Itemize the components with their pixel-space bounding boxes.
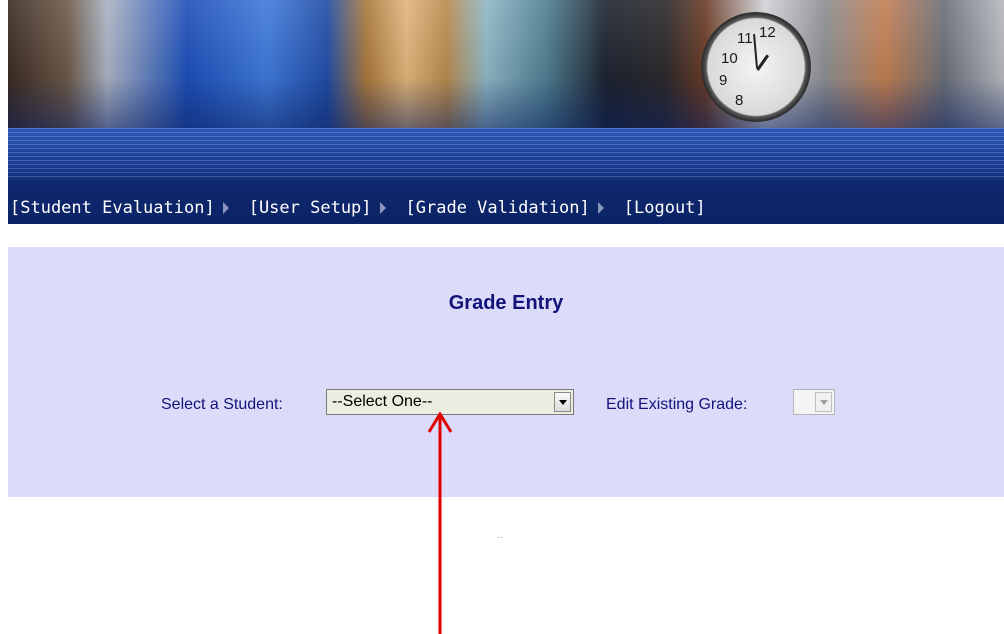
clock-number: 8 [735,92,744,109]
student-select-dropdown-button[interactable] [554,392,571,412]
page: 11 12 10 9 8 [Student Evaluation] [User … [0,0,1004,634]
student-select-label: Select a Student: [161,396,283,413]
main-nav: [Student Evaluation] [User Setup] [Grade… [10,198,706,218]
clock-number: 9 [719,72,728,89]
nav-arrow-icon [597,202,604,214]
student-select-value: --Select One-- [332,393,433,410]
existing-grade-select[interactable] [793,389,835,415]
nav-arrow-icon [222,202,229,214]
nav-arrow-icon [379,202,386,214]
grade-entry-panel: Grade Entry Select a Student: --Select O… [8,247,1004,497]
clock-number: 11 [737,30,753,47]
footer-dots: .. [497,530,503,541]
nav-grade-validation[interactable]: [Grade Validation] [406,198,590,218]
grade-select-label: Edit Existing Grade: [606,396,748,413]
clock-image: 11 12 10 9 8 [701,12,811,122]
existing-grade-dropdown-button[interactable] [815,392,832,412]
clock-number: 10 [721,50,738,67]
chevron-down-icon [559,400,567,405]
page-title: Grade Entry [448,292,564,314]
clock-number: 12 [759,24,776,41]
header-banner: 11 12 10 9 8 [8,0,1004,224]
nav-user-setup[interactable]: [User Setup] [249,198,372,218]
grade-entry-form: Select a Student: --Select One-- Edit Ex… [8,389,1004,419]
nav-student-evaluation[interactable]: [Student Evaluation] [10,198,215,218]
nav-logout[interactable]: [Logout] [624,198,706,218]
chevron-down-icon [820,400,828,405]
banner-stripes [8,128,1004,180]
annotation-arrow-icon [427,412,453,634]
